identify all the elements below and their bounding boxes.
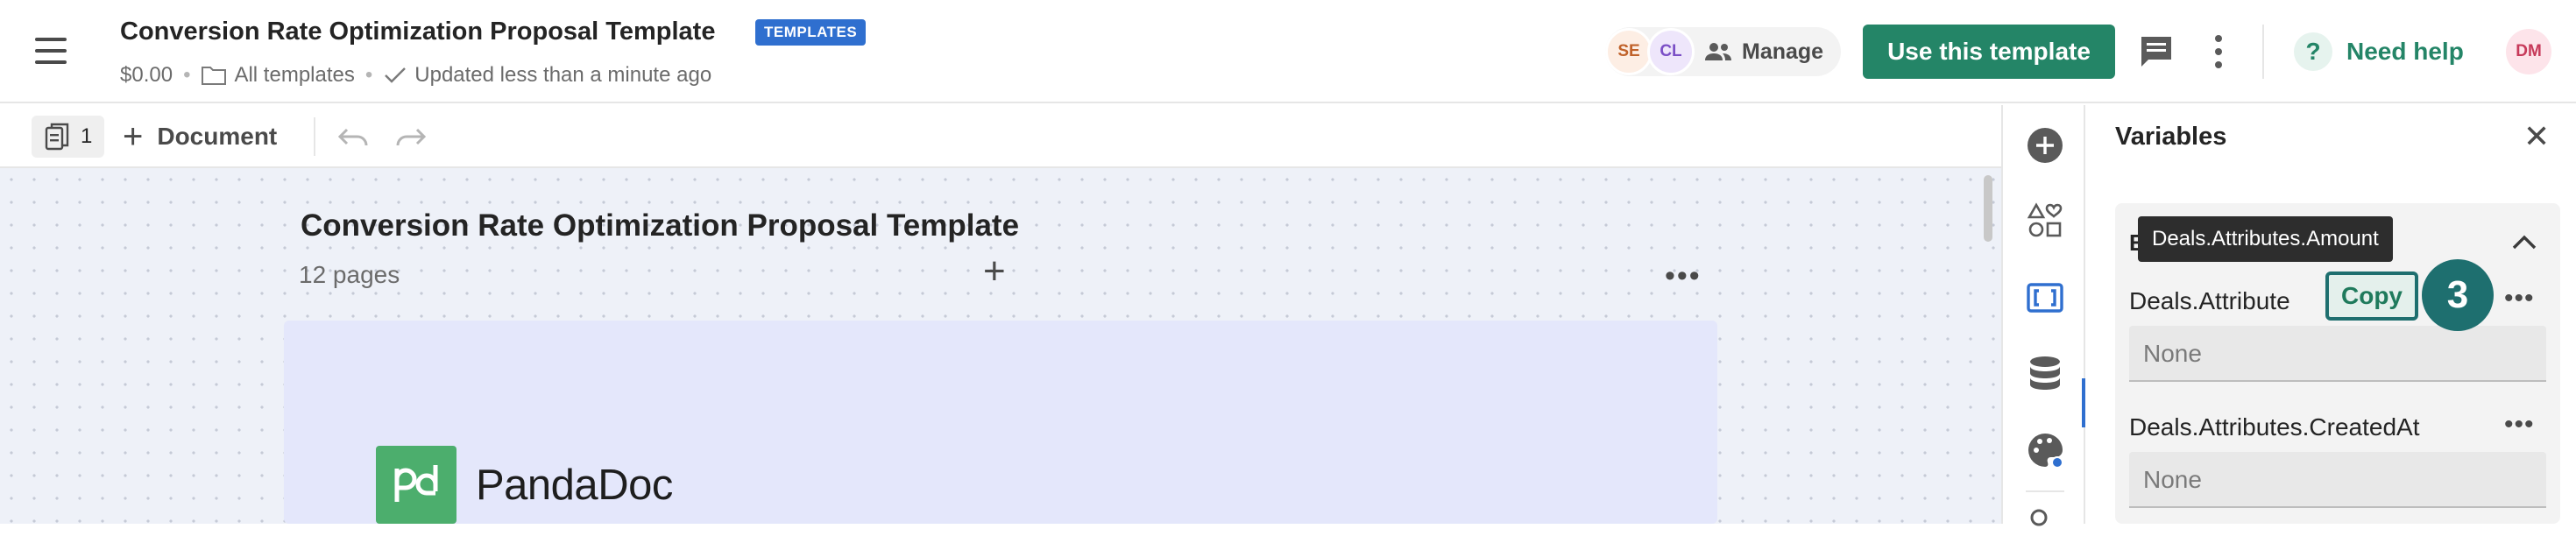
document-title[interactable]: Conversion Rate Optimization Proposal Te… xyxy=(120,18,715,46)
folder-icon xyxy=(202,67,227,85)
page-count-label: 12 pages xyxy=(299,261,400,288)
price-label: $0.00 xyxy=(120,63,173,87)
database-icon[interactable] xyxy=(2026,354,2064,392)
variable-value-field[interactable]: None xyxy=(2129,452,2546,508)
templates-badge: TEMPLATES xyxy=(755,19,867,46)
panel-title: Variables xyxy=(2115,123,2227,151)
folder-link[interactable]: All templates xyxy=(234,63,354,88)
header-divider xyxy=(2262,25,2264,79)
more-horizontal-icon[interactable]: ••• xyxy=(2504,410,2535,440)
step-number-badge: 3 xyxy=(2422,259,2494,331)
copy-button[interactable]: Copy xyxy=(2325,272,2418,321)
right-tool-rail xyxy=(2001,105,2085,526)
need-help-button[interactable]: ? Need help xyxy=(2294,32,2464,71)
document-meta: $0.00 • All templates • Updated less tha… xyxy=(120,63,711,88)
add-document-label: Document xyxy=(157,123,278,150)
add-block-icon[interactable] xyxy=(2026,126,2064,165)
pandadoc-logo: PandaDoc xyxy=(376,446,673,524)
meta-separator: • xyxy=(364,63,373,87)
check-icon xyxy=(385,67,407,83)
editor-toolbar: 1 + Document xyxy=(0,105,2001,168)
variables-icon[interactable] xyxy=(2026,279,2064,317)
help-icon: ? xyxy=(2294,32,2332,71)
menu-icon[interactable] xyxy=(35,38,67,64)
save-status: Updated less than a minute ago xyxy=(414,63,712,87)
help-label: Need help xyxy=(2346,38,2464,65)
more-horizontal-icon[interactable]: ••• xyxy=(2504,284,2535,314)
documents-count-button[interactable]: 1 xyxy=(32,116,105,158)
close-icon[interactable]: ✕ xyxy=(2523,121,2550,152)
chevron-up-icon[interactable] xyxy=(2511,233,2537,250)
variable-name: Deals.Attributes.CreatedAt xyxy=(2129,413,2420,441)
manage-label: Manage xyxy=(1742,39,1824,64)
avatar[interactable]: CL xyxy=(1647,28,1695,75)
more-horizontal-icon[interactable]: ••• xyxy=(1665,261,1702,291)
people-icon xyxy=(1705,43,1731,60)
canvas-scrollbar[interactable] xyxy=(1984,175,1992,242)
toolbar-divider xyxy=(314,117,315,156)
manage-button[interactable]: Manage xyxy=(1703,39,1823,65)
meta-separator: • xyxy=(183,63,191,87)
undo-icon[interactable] xyxy=(336,123,372,151)
documents-count: 1 xyxy=(81,124,93,148)
pandadoc-logo-icon xyxy=(376,446,456,524)
rail-divider xyxy=(2026,490,2064,492)
use-template-button[interactable]: Use this template xyxy=(1863,25,2115,79)
top-header: Conversion Rate Optimization Proposal Te… xyxy=(0,0,2576,103)
variable-name: Deals.Attribute xyxy=(2129,287,2290,314)
canvas-document-title: Conversion Rate Optimization Proposal Te… xyxy=(301,208,1020,243)
logo-text: PandaDoc xyxy=(476,461,673,509)
shapes-icon[interactable] xyxy=(2026,201,2064,240)
add-document-button[interactable]: + Document xyxy=(123,116,277,158)
redo-icon[interactable] xyxy=(393,123,428,151)
plus-icon: + xyxy=(123,116,144,156)
more-vertical-icon[interactable] xyxy=(2210,33,2227,70)
user-avatar[interactable]: DM xyxy=(2506,29,2551,74)
variable-value-field[interactable]: None xyxy=(2129,326,2546,382)
add-page-icon[interactable]: + xyxy=(983,252,1006,291)
theme-palette-icon[interactable] xyxy=(2026,431,2064,469)
avatar[interactable]: SE xyxy=(1605,28,1652,75)
variable-tooltip: Deals.Attributes.Amount xyxy=(2138,216,2393,262)
roles-icon[interactable] xyxy=(2026,504,2064,543)
collaborators-group[interactable]: SE CL Manage xyxy=(1605,27,1842,76)
comment-icon[interactable] xyxy=(2138,33,2175,70)
documents-icon xyxy=(45,123,69,151)
